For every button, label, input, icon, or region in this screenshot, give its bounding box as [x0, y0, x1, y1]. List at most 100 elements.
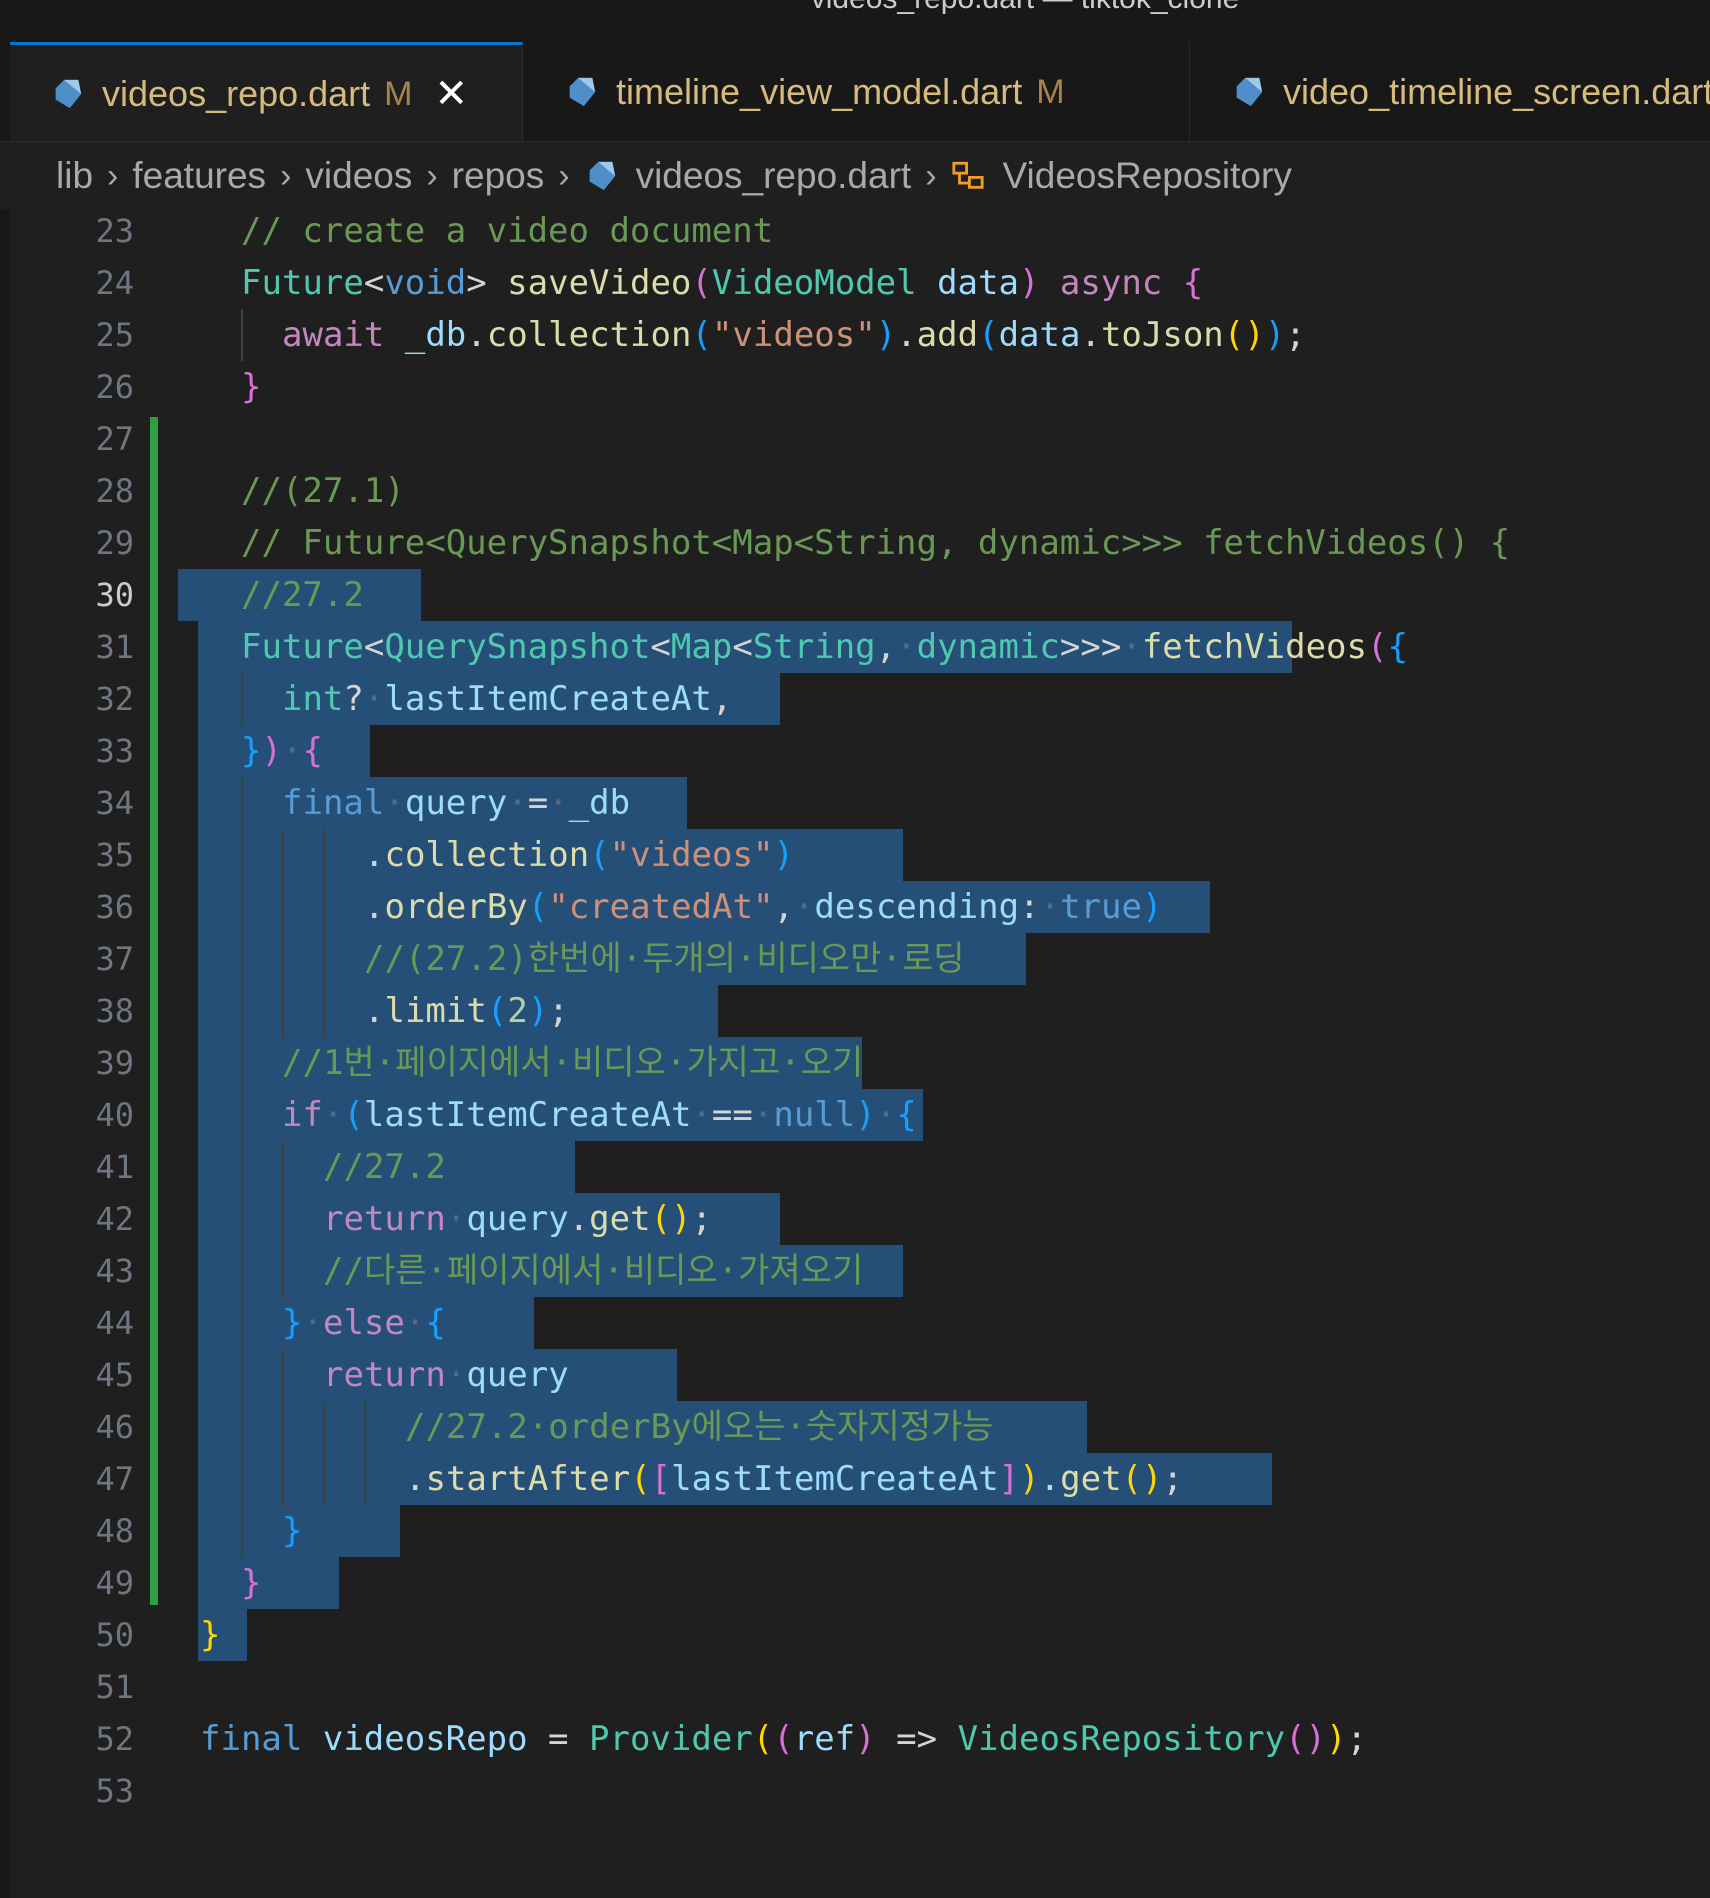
code-token: orderBy — [384, 887, 528, 927]
breadcrumb-item-videos[interactable]: videos — [305, 155, 412, 197]
code-line[interactable]: if·(lastItemCreateAt·==·null)·{ — [282, 1089, 917, 1141]
code-token: ) — [875, 315, 897, 355]
code-token: ) — [1326, 1719, 1347, 1759]
code-line[interactable]: return·query.get(); — [323, 1193, 712, 1245]
code-line[interactable]: //27.2 — [241, 569, 364, 621]
tab-timeline-view-model[interactable]: timeline_view_model.dart M — [524, 42, 1190, 141]
code-token: //27.2 — [241, 575, 364, 615]
indent-guide — [241, 1089, 243, 1141]
code-token: . — [364, 887, 385, 927]
code-token: Future — [241, 627, 364, 667]
indent-guide — [364, 1453, 366, 1505]
code-token: saveVideo — [507, 263, 692, 303]
line-number: 35 — [95, 836, 134, 874]
code-line[interactable]: await _db.collection("videos").add(data.… — [282, 309, 1306, 361]
code-line[interactable]: .limit(2); — [364, 985, 569, 1037]
code-token: { — [425, 1303, 446, 1343]
code-line[interactable]: .orderBy("createdAt",·descending:·true) — [364, 881, 1162, 933]
modified-indicator: M — [1036, 72, 1065, 111]
breadcrumb-item-class[interactable]: VideosRepository — [1003, 155, 1292, 197]
code-token: descending — [814, 887, 1020, 927]
breadcrumb-item-lib[interactable]: lib — [56, 155, 93, 197]
code-area[interactable]: // create a video document Future<void> s… — [177, 209, 1710, 1898]
class-symbol-icon — [951, 161, 984, 189]
code-editor[interactable]: 23 24 25 26 27 28 29 30 31 32 33 34 35 36 37 38 39 40 41 42… — [0, 209, 1710, 1898]
code-token: . — [405, 1459, 426, 1499]
indent-guide — [323, 1453, 325, 1505]
line-number: 42 — [95, 1200, 134, 1238]
code-line[interactable]: } — [241, 1557, 261, 1609]
line-number: 34 — [95, 784, 134, 822]
code-line[interactable]: //27.2 — [323, 1141, 446, 1193]
code-token: · — [384, 783, 405, 823]
line-number: 38 — [95, 992, 134, 1030]
modified-indicator: M — [384, 74, 413, 113]
code-line[interactable]: // create a video document — [241, 209, 773, 257]
code-line[interactable]: //다른·페이지에서·비디오·가져오기 — [323, 1245, 863, 1297]
code-token: final — [200, 1719, 303, 1759]
indent-guide — [323, 1401, 325, 1453]
code-token: == — [711, 1095, 753, 1135]
indent-guide — [323, 933, 325, 985]
code-token: ) — [1019, 1459, 1040, 1499]
code-line[interactable]: //(27.2)한번에·두개의·비디오만·로딩 — [364, 933, 965, 985]
code-token: ; — [1162, 1459, 1183, 1499]
code-line[interactable]: //1번·페이지에서·비디오·가지고·오기 — [282, 1037, 863, 1089]
code-line[interactable]: final·query·=·_db — [282, 777, 630, 829]
code-token: return — [323, 1199, 446, 1239]
indent-guide — [241, 1297, 243, 1349]
code-token: Future — [241, 263, 364, 303]
breadcrumb-item-file[interactable]: videos_repo.dart — [636, 155, 912, 197]
code-token: // create a video document — [241, 211, 774, 251]
indent-guide — [241, 309, 243, 361]
code-token: startAfter — [425, 1459, 631, 1499]
code-token: · — [1121, 627, 1142, 667]
code-token: < — [650, 627, 671, 667]
code-token: { — [302, 731, 323, 771]
breadcrumb-item-features[interactable]: features — [132, 155, 266, 197]
code-line[interactable]: } — [241, 361, 261, 413]
code-line[interactable]: } — [282, 1505, 302, 1557]
code-token: ( — [752, 1719, 774, 1759]
breadcrumb-item-repos[interactable]: repos — [452, 155, 545, 197]
code-token: 2 — [507, 991, 528, 1031]
close-icon[interactable]: ✕ — [435, 74, 469, 114]
code-token: ) — [261, 731, 282, 771]
indent-guide — [282, 985, 284, 1037]
code-line[interactable]: //27.2·orderBy에오는·숫자지정가능 — [405, 1401, 994, 1453]
selection-highlight — [198, 1557, 339, 1609]
code-line[interactable]: //(27.1) — [241, 465, 405, 517]
code-line[interactable]: // Future<QuerySnapshot<Map<String, dyna… — [241, 517, 1510, 569]
indent-guide — [241, 1349, 243, 1401]
line-number: 51 — [95, 1668, 134, 1706]
line-number: 48 — [95, 1512, 134, 1550]
line-number: 32 — [95, 680, 134, 718]
code-line[interactable]: final videosRepo = Provider((ref) => Vid… — [200, 1713, 1367, 1765]
code-line[interactable]: } — [200, 1609, 220, 1661]
tab-label: timeline_view_model.dart — [616, 71, 1023, 112]
tab-video-timeline-screen[interactable]: video_timeline_screen.dart — [1191, 42, 1710, 141]
code-token: limit — [384, 991, 487, 1031]
code-line[interactable]: })·{ — [241, 725, 323, 777]
code-line[interactable]: int?·lastItemCreateAt, — [282, 673, 732, 725]
dart-file-icon — [1236, 77, 1263, 107]
code-token: · — [875, 1095, 897, 1135]
code-token: ) — [1264, 315, 1286, 355]
code-token: else — [322, 1303, 405, 1343]
indent-guide — [282, 1193, 284, 1245]
code-token: } — [282, 1303, 303, 1343]
code-line[interactable]: }·else·{ — [282, 1297, 446, 1349]
code-line[interactable]: return·query — [323, 1349, 569, 1401]
code-line[interactable]: Future<QuerySnapshot<Map<String,·dynamic… — [241, 621, 1408, 673]
code-token: ( — [1366, 627, 1388, 667]
tab-videos-repo[interactable]: videos_repo.dart M ✕ — [10, 42, 523, 141]
code-line[interactable]: Future<void> saveVideo(VideoModel data) … — [241, 257, 1203, 309]
code-token: ] — [998, 1459, 1020, 1499]
code-token: · — [445, 1355, 467, 1395]
code-token: · — [752, 1095, 774, 1135]
code-line[interactable]: .startAfter([lastItemCreateAt]).get(); — [405, 1453, 1183, 1505]
code-line[interactable]: .collection("videos") — [364, 829, 794, 881]
code-token: "videos" — [609, 835, 774, 875]
